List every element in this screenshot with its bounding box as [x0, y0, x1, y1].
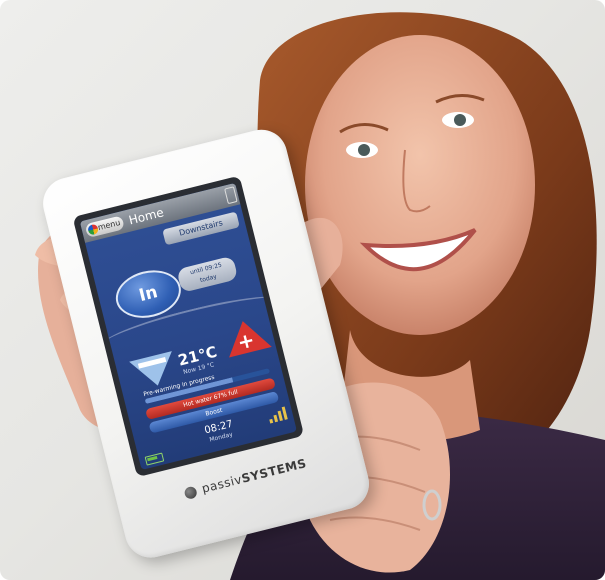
- menu-label: menu: [96, 217, 122, 233]
- brand-logo-icon: [183, 485, 198, 501]
- screen-title: Home: [127, 205, 166, 228]
- brand-name: passivSYSTEMS: [200, 456, 308, 496]
- brand-name-bold: SYSTEMS: [240, 456, 308, 486]
- touchscreen: menu Home Downstairs In until 09:25 toda…: [79, 182, 297, 470]
- battery-icon: [144, 452, 165, 466]
- brand-name-light: passiv: [200, 472, 244, 496]
- menu-button[interactable]: menu: [84, 215, 125, 239]
- screen-topbar: menu Home: [79, 182, 241, 243]
- until-button[interactable]: until 09:25 today: [176, 255, 239, 293]
- photo-frame: menu Home Downstairs In until 09:25 toda…: [0, 0, 605, 580]
- screen-bezel: menu Home Downstairs In until 09:25 toda…: [72, 175, 305, 478]
- face-shape: [305, 35, 535, 335]
- signal-icon: [265, 406, 288, 424]
- lock-icon[interactable]: [224, 186, 238, 205]
